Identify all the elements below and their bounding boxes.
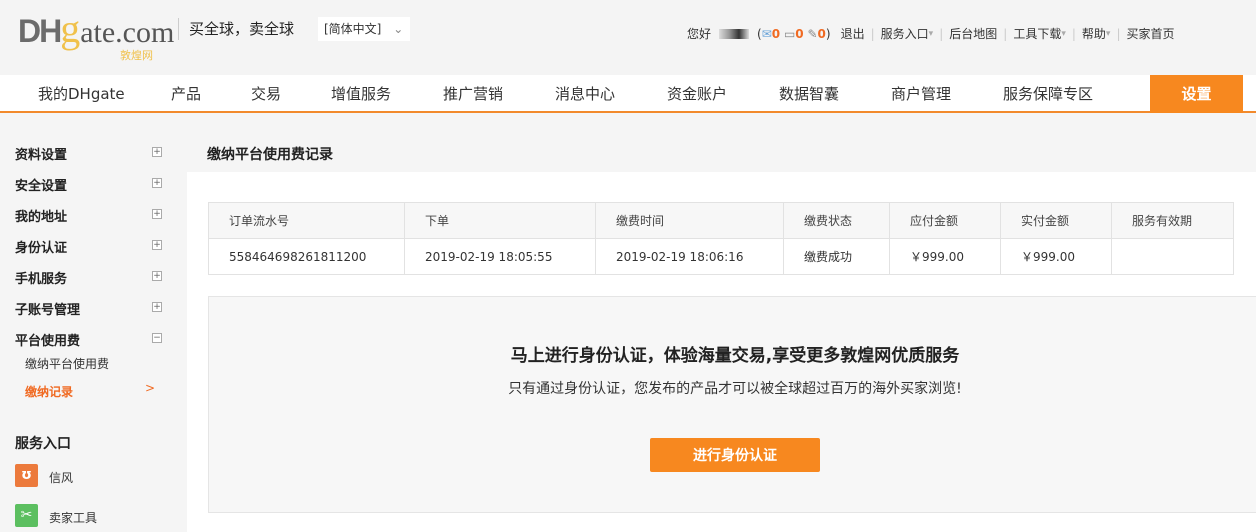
sidebar-item-identity[interactable]: 身份认证 (15, 237, 67, 256)
service-entry-link[interactable]: 服务入口 (881, 25, 929, 42)
nav-settings[interactable]: 设置 (1150, 75, 1243, 113)
main-nav: 我的DHgate 产品 交易 增值服务 推广营销 消息中心 资金账户 数据智囊 … (0, 75, 1256, 113)
nav-my-dhgate[interactable]: 我的DHgate (38, 75, 125, 113)
sidebar: 资料设置 + 安全设置 + 我的地址 + 身份认证 + 手机服务 + 子账号管理 + 平台使… (0, 113, 185, 532)
username-blurred (719, 28, 750, 39)
nav-service-guarantee[interactable]: 服务保障专区 (1003, 75, 1093, 113)
nav-funds[interactable]: 资金账户 (667, 75, 727, 113)
col-payable: 应付金额 (889, 202, 1001, 239)
cell-pay-time: 2019-02-19 18:06:16 (595, 238, 784, 275)
expand-icon[interactable]: + (152, 271, 162, 281)
top-bar: DHgate.com 敦煌网 买全球，卖全球 [简体中文] ⌄ 您好 ( ✉ 0 ▭… (0, 0, 1256, 75)
xinfeng-icon[interactable]: ʊ (15, 464, 38, 487)
col-order-time: 下单 (404, 202, 596, 239)
sidebar-item-mobile[interactable]: 手机服务 (15, 268, 67, 287)
service-seller-tools[interactable]: 卖家工具 (49, 509, 97, 526)
sidebar-item-profile[interactable]: 资料设置 (15, 144, 67, 163)
sidebar-item-address[interactable]: 我的地址 (15, 206, 67, 225)
nav-messages[interactable]: 消息中心 (555, 75, 615, 113)
table-row: 558464698261811200 2019-02-19 18:05:55 2… (208, 238, 1234, 275)
tools-link[interactable]: 工具下载 (1013, 25, 1061, 42)
language-select[interactable]: [简体中文] ⌄ (318, 17, 410, 41)
fee-records-table: 订单流水号 下单 缴费时间 缴费状态 应付金额 实付金额 服务有效期 55846… (208, 202, 1234, 275)
cell-order-time: 2019-02-19 18:05:55 (404, 238, 596, 275)
sidebar-item-subaccount[interactable]: 子账号管理 (15, 299, 80, 318)
identity-promo: 马上进行身份认证，体验海量交易,享受更多敦煌网优质服务 只有通过身份认证，您发布… (208, 296, 1256, 513)
help-link[interactable]: 帮助 (1082, 25, 1106, 42)
expand-icon[interactable]: + (152, 209, 162, 219)
promo-text: 只有通过身份认证，您发布的产品才可以被全球超过百万的海外买家浏览! (508, 381, 962, 397)
message-icon[interactable]: ▭ (784, 27, 795, 41)
expand-icon[interactable]: + (152, 240, 162, 250)
service-xinfeng[interactable]: 信风 (49, 469, 73, 486)
cell-status: 缴费成功 (783, 238, 890, 275)
mail-count[interactable]: 0 (772, 27, 780, 41)
expand-icon[interactable]: + (152, 147, 162, 157)
col-pay-time: 缴费时间 (595, 202, 784, 239)
nav-merchant[interactable]: 商户管理 (891, 75, 951, 113)
sidebar-item-platform-fee[interactable]: 平台使用费 (15, 330, 80, 349)
cell-validity (1111, 238, 1234, 275)
sidebar-item-security[interactable]: 安全设置 (15, 175, 67, 194)
nav-marketing[interactable]: 推广营销 (443, 75, 503, 113)
col-validity: 服务有效期 (1111, 202, 1234, 239)
col-order-no: 订单流水号 (208, 202, 405, 239)
verify-identity-button[interactable]: 进行身份认证 (650, 438, 820, 472)
expand-icon[interactable]: + (152, 302, 162, 312)
sidebar-sub-pay-fee[interactable]: 缴纳平台使用费 (25, 355, 109, 372)
table-header-row: 订单流水号 下单 缴费时间 缴费状态 应付金额 实付金额 服务有效期 (208, 202, 1234, 239)
cell-payable: ￥999.00 (889, 238, 1001, 275)
current-arrow: > (145, 381, 156, 395)
cell-order-no: 558464698261811200 (208, 238, 405, 275)
nav-trade[interactable]: 交易 (251, 75, 281, 113)
buyer-home-link[interactable]: 买家首页 (1127, 25, 1175, 42)
collapse-icon[interactable]: − (152, 333, 162, 343)
slogan: 买全球，卖全球 (178, 18, 294, 40)
tools-icon[interactable]: ✂ (15, 504, 38, 527)
top-links: 您好 ( ✉ 0 ▭ 0 ✎ 0) 退出 | 服务入口 ▾ | 后台地图 | 工具下载 ▾ |… (687, 25, 1175, 42)
chevron-down-icon: ⌄ (393, 22, 404, 36)
sitemap-link[interactable]: 后台地图 (949, 25, 997, 42)
col-status: 缴费状态 (783, 202, 890, 239)
promo-title: 马上进行身份认证，体验海量交易,享受更多敦煌网优质服务 (510, 346, 960, 366)
notice-icon[interactable]: ✎ (807, 27, 817, 41)
nav-value-added[interactable]: 增值服务 (331, 75, 391, 113)
col-paid: 实付金额 (1000, 202, 1112, 239)
nav-data[interactable]: 数据智囊 (779, 75, 839, 113)
mail-icon[interactable]: ✉ (762, 27, 772, 41)
notice-count[interactable]: 0 (818, 27, 826, 41)
expand-icon[interactable]: + (152, 178, 162, 188)
dhgate-logo[interactable]: DHgate.com 敦煌网 (18, 9, 174, 63)
cell-paid: ￥999.00 (1000, 238, 1112, 275)
page-title: 缴纳平台使用费记录 (207, 147, 333, 163)
services-title: 服务入口 (15, 436, 71, 452)
logout-link[interactable]: 退出 (841, 25, 865, 42)
greeting: 您好 (687, 27, 712, 41)
nav-products[interactable]: 产品 (171, 75, 201, 113)
message-count[interactable]: 0 (795, 27, 803, 41)
sidebar-sub-records[interactable]: 缴纳记录 (25, 383, 73, 400)
